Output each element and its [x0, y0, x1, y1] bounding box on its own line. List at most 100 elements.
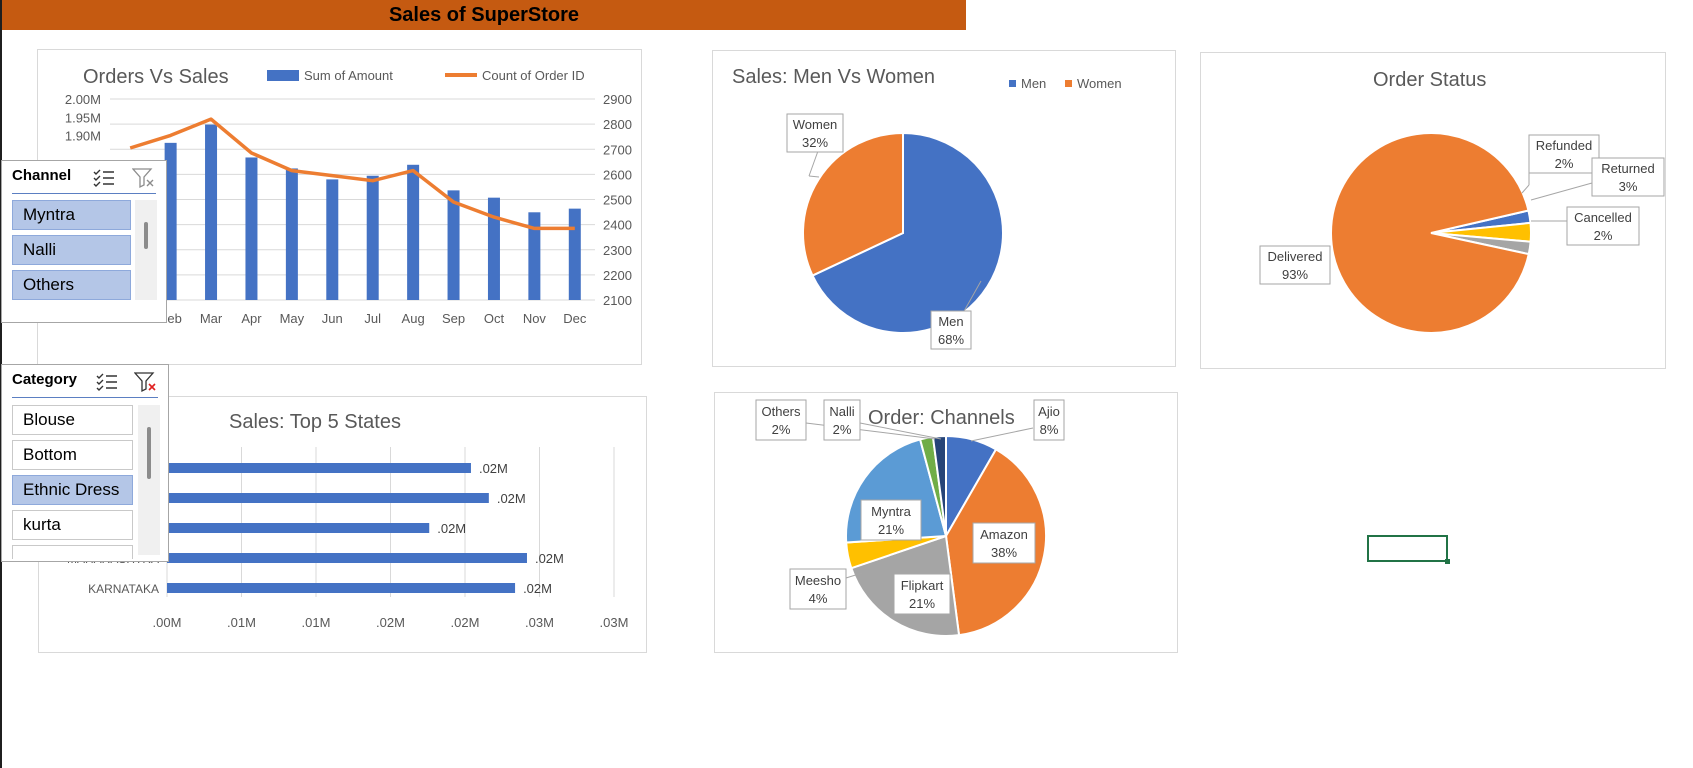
y-right-tick-label: 2700: [603, 142, 632, 157]
order-channels-plot: Ajio 8% Amazon 38% Flipkart 21% Meesho 4% Myntra…: [755, 399, 1065, 637]
leader-returned: [1530, 182, 1593, 201]
leader-women: [808, 150, 819, 177]
x-tick-label: Jun: [322, 311, 343, 326]
x-tick-label: May: [280, 311, 305, 326]
legend-label-amount: Sum of Amount: [304, 68, 393, 83]
clear-filter-icon[interactable]: [134, 371, 158, 393]
data-label-delivered-text: Delivered: [1268, 249, 1323, 264]
page-title: Sales of SuperStore: [2, 0, 966, 30]
legend-label-orders: Count of Order ID: [482, 68, 585, 83]
slicer-item-partial[interactable]: [12, 545, 133, 559]
data-label-meesho-text: Meesho: [795, 573, 841, 588]
data-label-women-text: 32%: [802, 135, 828, 150]
bar-state: [167, 493, 489, 503]
data-label-others-text: 2%: [772, 422, 791, 437]
chart-men-vs-women[interactable]: Sales: Men Vs Women Men Women Women 32% Men 6…: [712, 50, 1176, 367]
data-label-amazon-text: Amazon: [980, 527, 1028, 542]
x-tick-label: Sep: [442, 311, 465, 326]
x-tick-label: Jul: [364, 311, 381, 326]
x-tick-label: .00M: [153, 615, 182, 630]
slicer-item-myntra[interactable]: Myntra: [12, 200, 131, 230]
data-label-flipkart-text: Flipkart: [901, 578, 944, 593]
slicer-item-nalli[interactable]: Nalli: [12, 235, 131, 265]
slicer-divider: [12, 193, 156, 194]
data-label-women-text: Women: [793, 117, 838, 132]
data-label-refunded-text: Refunded: [1536, 138, 1592, 153]
bar-amount: [407, 164, 420, 300]
bar-amount: [205, 124, 218, 300]
x-tick-label: .01M: [227, 615, 256, 630]
slicer-item-bottom[interactable]: Bottom: [12, 440, 133, 470]
order-status-plot: Delivered 93% Refunded 2% Returned 3% Cancelle…: [1259, 132, 1665, 334]
x-tick-label: Nov: [523, 311, 547, 326]
y-right-tick-label: 2300: [603, 243, 632, 258]
data-label: .02M: [535, 551, 564, 566]
bar-state: [167, 553, 527, 563]
y-right-tick-label: 2200: [603, 268, 632, 283]
data-label-ajio-text: 8%: [1040, 422, 1059, 437]
x-tick-label: Dec: [563, 311, 587, 326]
multi-select-icon[interactable]: [93, 168, 115, 188]
x-tick-label: .02M: [376, 615, 405, 630]
bar-amount: [447, 190, 460, 300]
y-left-tick-label: 2.00M: [65, 92, 101, 107]
y-right-tick-label: 2100: [603, 293, 632, 308]
x-tick-label: .01M: [302, 615, 331, 630]
slicer-divider: [12, 397, 158, 398]
bar-state: [167, 463, 471, 473]
slicer-scroll-thumb[interactable]: [147, 427, 151, 479]
slicer-item-others[interactable]: Others: [12, 270, 131, 300]
data-label-meesho-text: 4%: [809, 591, 828, 606]
data-label-amazon-text: 38%: [991, 545, 1017, 560]
data-label-men-text: Men: [938, 314, 963, 329]
data-label-ajio-text: Ajio: [1038, 404, 1060, 419]
y-left-tick-label: 1.95M: [65, 110, 101, 125]
legend-swatch-men: [1009, 80, 1016, 87]
x-tick-label: Mar: [200, 311, 223, 326]
channel-slicer[interactable]: Channel Myntra Nalli Others: [1, 160, 167, 323]
slicer-item-kurta[interactable]: kurta: [12, 510, 133, 540]
bar-amount: [245, 157, 258, 300]
slicer-scrollbar[interactable]: [138, 405, 160, 555]
bar-amount: [487, 197, 500, 300]
y-tick-label: KARNATAKA: [88, 582, 159, 596]
data-label-delivered-text: 93%: [1282, 267, 1308, 282]
leader-refunded: [1521, 184, 1530, 194]
x-tick-label: .02M: [451, 615, 480, 630]
data-label: .02M: [479, 461, 508, 476]
slicer-scrollbar[interactable]: [135, 200, 157, 300]
data-label-refunded-text: 2%: [1555, 156, 1574, 171]
line-order-count: [129, 117, 575, 231]
data-label-myntra-text: 21%: [878, 522, 904, 537]
data-label: .02M: [497, 491, 526, 506]
data-label-flipkart-text: 21%: [909, 596, 935, 611]
multi-select-icon[interactable]: [96, 372, 118, 392]
bar-amount: [285, 168, 298, 300]
active-cell[interactable]: [1367, 535, 1450, 564]
legend-label-men: Men: [1021, 76, 1046, 91]
data-label-men-text: 68%: [938, 332, 964, 347]
slicer-scroll-thumb[interactable]: [144, 222, 148, 249]
y-right-tick-label: 2800: [603, 117, 632, 132]
bar-amount: [568, 208, 581, 300]
data-label-cancelled-text: Cancelled: [1574, 210, 1632, 225]
chart-order-channels[interactable]: Ajio 8% Amazon 38% Flipkart 21% Meesho 4% Myntra…: [714, 392, 1178, 653]
y-right-tick-label: 2600: [603, 167, 632, 182]
chart-title: Order: Channels: [868, 407, 1015, 429]
x-tick-label: Oct: [484, 311, 505, 326]
chart-order-status[interactable]: Order Status Delivered 93% Refunded 2% Retur…: [1200, 52, 1666, 369]
clear-filter-icon[interactable]: [132, 167, 156, 189]
y-right-tick-label: 2500: [603, 193, 632, 208]
data-label-cancelled-text: 2%: [1594, 228, 1613, 243]
men-vs-women-plot: Men Women Women 32% Men 68%: [786, 76, 1122, 350]
legend-label-women: Women: [1077, 76, 1122, 91]
legend-swatch-women: [1065, 80, 1072, 87]
slicer-item-blouse[interactable]: Blouse: [12, 405, 133, 435]
data-label-returned-text: Returned: [1601, 161, 1654, 176]
category-slicer[interactable]: Category Blouse Bottom Ethnic Dress kurt…: [1, 364, 169, 562]
bar-amount: [326, 179, 339, 300]
slicer-item-ethnic-dress[interactable]: Ethnic Dress: [12, 475, 133, 505]
bar-state: [167, 523, 430, 533]
x-tick-label: .03M: [600, 615, 629, 630]
data-label-returned-text: 3%: [1619, 179, 1638, 194]
